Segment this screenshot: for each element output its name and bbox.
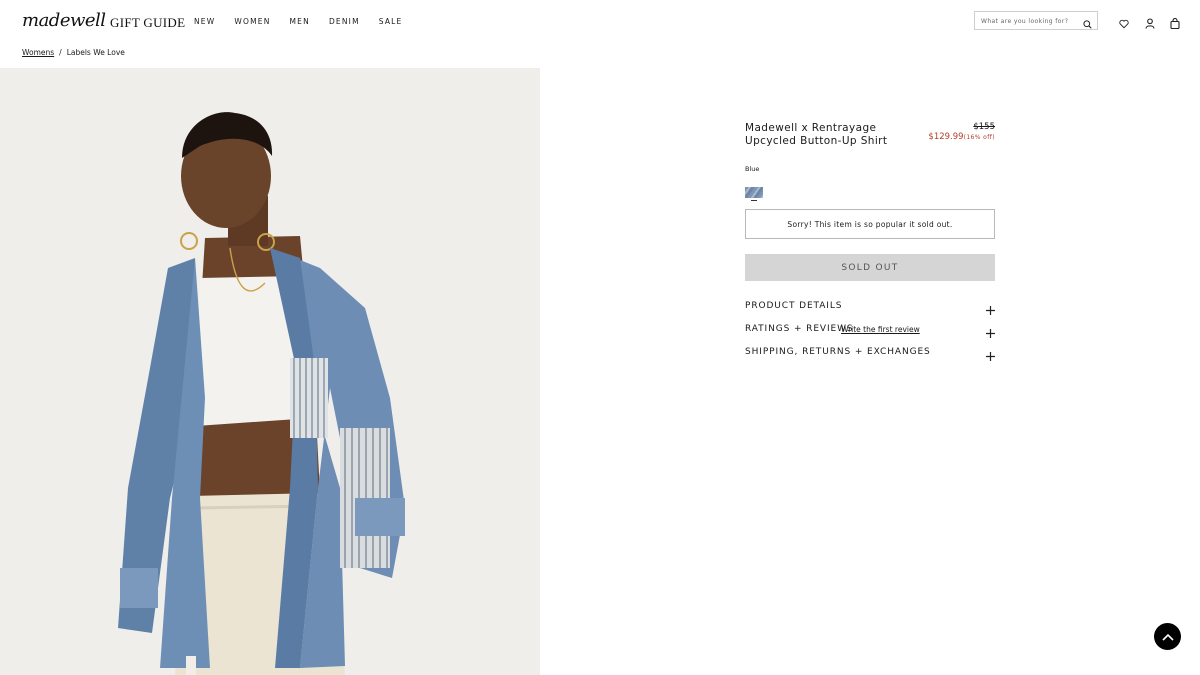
plus-icon[interactable] <box>986 302 995 320</box>
breadcrumb-separator: / <box>59 48 62 57</box>
search-box <box>974 11 1098 30</box>
breadcrumb-womens[interactable]: Womens <box>22 48 54 57</box>
nav-sale[interactable]: SALE <box>379 17 403 26</box>
sold-out-button[interactable]: SOLD OUT <box>745 254 995 281</box>
swatch-selected-indicator <box>751 200 757 201</box>
search-icon[interactable] <box>1083 16 1092 34</box>
write-review-link[interactable]: Write the first review <box>841 325 920 334</box>
search-input[interactable] <box>981 15 1077 27</box>
shipping-returns-title: SHIPPING, RETURNS + EXCHANGES <box>745 347 931 357</box>
nav-women[interactable]: WOMEN <box>234 17 270 26</box>
sold-out-message: Sorry! This item is so popular it sold o… <box>745 209 995 239</box>
breadcrumb: Womens / Labels We Love <box>22 48 125 57</box>
heart-icon[interactable] <box>1119 16 1129 34</box>
product-title: Madewell x Rentrayage Upcycled Button-Up… <box>745 122 888 147</box>
discount-label: (16% off) <box>963 134 995 141</box>
color-label: Blue <box>745 165 760 173</box>
product-details-title: PRODUCT DETAILS <box>745 301 843 311</box>
ratings-reviews-title: RATINGS + REVIEWS <box>745 324 854 334</box>
sale-price-value: $129.99 <box>928 132 964 142</box>
accordion-shipping-returns[interactable]: SHIPPING, RETURNS + EXCHANGES <box>745 347 995 361</box>
plus-icon[interactable] <box>986 325 995 343</box>
plus-icon[interactable] <box>986 348 995 366</box>
accordion-ratings-reviews[interactable]: RATINGS + REVIEWS Write the first review <box>745 324 995 338</box>
color-swatch-blue[interactable] <box>745 187 763 198</box>
nav-new[interactable]: NEW <box>194 17 215 26</box>
nav-men[interactable]: MEN <box>290 17 310 26</box>
site-header: madewell GIFT GUIDE NEW WOMEN MEN DENIM … <box>0 0 1200 42</box>
madewell-logo[interactable]: madewell <box>22 10 106 31</box>
sale-price: $129.99(16% off) <box>928 132 995 142</box>
model-illustration <box>118 112 405 675</box>
accordion-product-details[interactable]: PRODUCT DETAILS <box>745 301 995 315</box>
main-nav: NEW WOMEN MEN DENIM SALE <box>194 17 403 26</box>
account-icon[interactable] <box>1145 16 1155 34</box>
product-image[interactable] <box>0 68 540 675</box>
bag-icon[interactable] <box>1170 16 1180 34</box>
chevron-up-icon <box>1161 628 1174 646</box>
back-to-top-button[interactable] <box>1154 623 1181 650</box>
nav-denim[interactable]: DENIM <box>329 17 360 26</box>
original-price: $155 <box>973 122 995 132</box>
breadcrumb-current: Labels We Love <box>66 48 125 57</box>
gift-guide-link[interactable]: GIFT GUIDE <box>110 15 185 31</box>
